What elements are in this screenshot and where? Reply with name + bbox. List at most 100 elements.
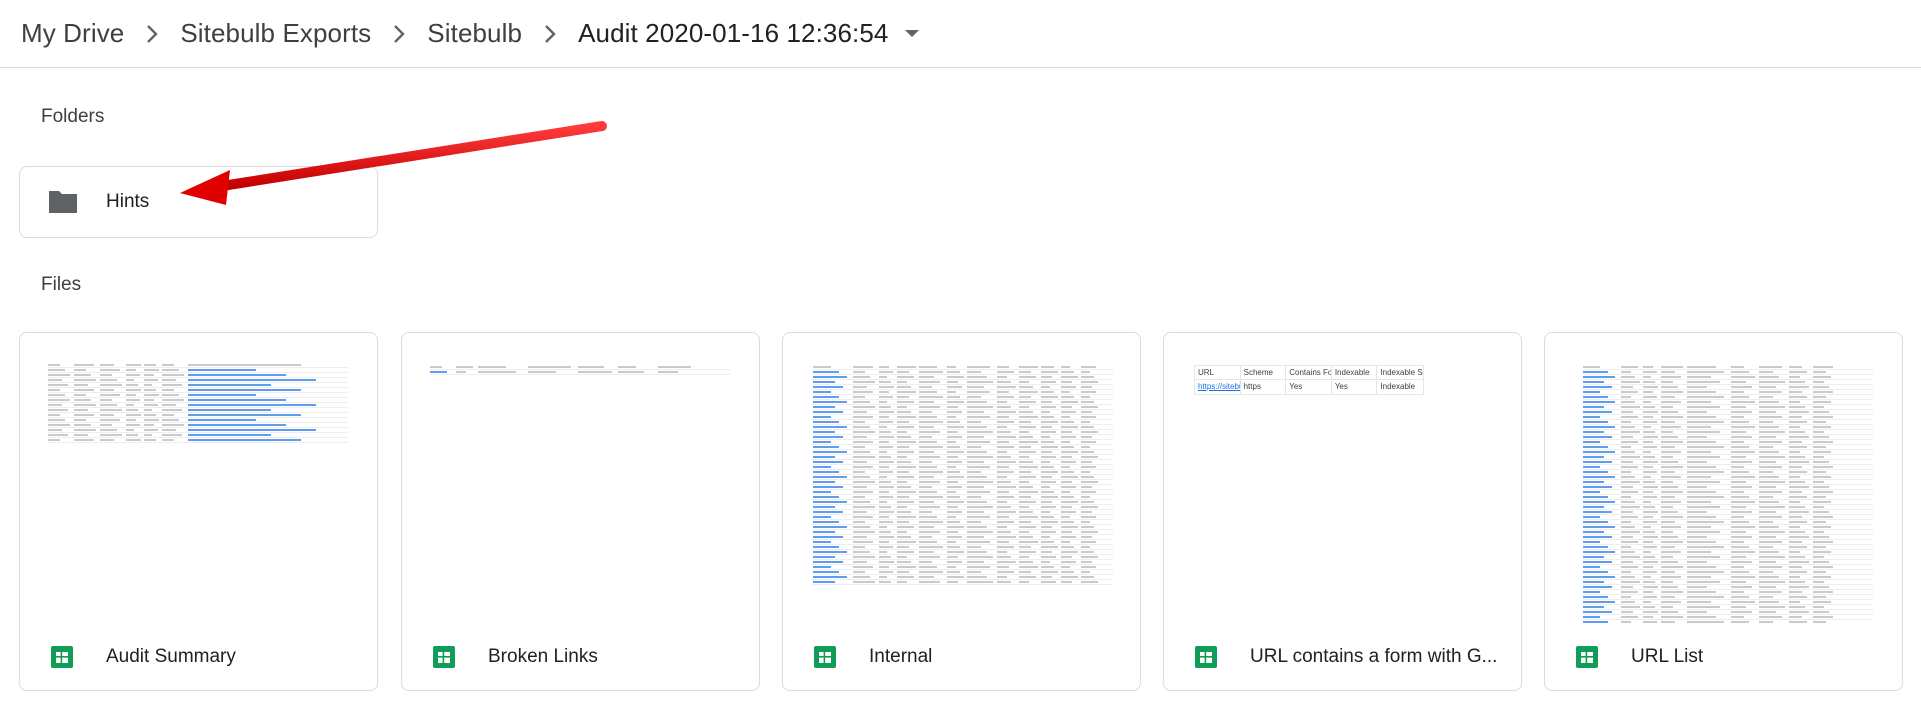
sheet-cell <box>947 421 960 423</box>
sheet-cell <box>74 409 88 411</box>
sheet-cell <box>1731 576 1755 578</box>
breadcrumb-my-drive[interactable]: My Drive <box>21 18 124 49</box>
sheet-cell <box>74 369 86 371</box>
sheet-cell <box>1813 471 1826 473</box>
file-card-url-list[interactable]: URL List <box>1544 332 1903 691</box>
sheet-cell <box>967 536 984 538</box>
sheet-cell <box>74 419 86 421</box>
sheet-cell <box>1621 556 1640 558</box>
sheet-cell <box>1019 436 1033 438</box>
sheet-cell <box>1661 431 1673 433</box>
sheet-cell <box>1687 386 1707 388</box>
sheet-cell <box>1643 566 1653 568</box>
breadcrumb-sitebulb-exports[interactable]: Sitebulb Exports <box>180 18 371 49</box>
sheet-cell <box>997 541 1009 543</box>
sheet-cell <box>853 381 875 383</box>
sheet-cell <box>1643 521 1657 523</box>
sheet-cell <box>897 366 916 368</box>
file-footer: Broken Links <box>402 623 759 690</box>
sheet-cell <box>1081 561 1092 563</box>
sheet-cell <box>1687 511 1707 513</box>
sheet-cell <box>947 536 962 538</box>
sheet-cell <box>1583 471 1608 473</box>
sheet-cell <box>1621 461 1633 463</box>
sheet-cell <box>997 526 1007 528</box>
sheet-cell <box>1583 366 1600 368</box>
sheet-cell: Scheme <box>1241 365 1287 380</box>
sheet-cell <box>1583 456 1604 458</box>
file-preview <box>1545 333 1902 623</box>
sheet-cell <box>967 556 993 558</box>
sheet-cell <box>897 486 911 488</box>
sheet-cell <box>1789 561 1809 563</box>
sheet-cell <box>1621 471 1631 473</box>
sheet-cell: URL <box>1195 365 1241 380</box>
sheet-cell <box>1583 581 1604 583</box>
sheet-cell <box>919 581 940 583</box>
sheet-cell <box>1019 466 1038 468</box>
file-card-internal[interactable]: Internal <box>782 332 1141 691</box>
sheet-cell <box>1643 446 1657 448</box>
sheet-cell <box>1759 591 1782 593</box>
sheet-cell <box>1583 401 1615 403</box>
sheet-cell <box>967 411 984 413</box>
sheet-cell <box>1813 451 1831 453</box>
sheet-cell <box>1731 501 1755 503</box>
breadcrumb-current-folder[interactable]: Audit 2020-01-16 12:36:54 <box>578 18 888 49</box>
folder-card-hints[interactable]: Hints <box>19 166 378 238</box>
sheet-cell <box>1061 501 1078 503</box>
sheet-cell <box>1081 546 1090 548</box>
sheet-cell <box>1041 566 1054 568</box>
sheet-cell <box>126 429 134 431</box>
sheet-cell <box>1081 401 1094 403</box>
sheet-cell <box>1789 431 1805 433</box>
sheet-cell <box>1813 366 1833 368</box>
breadcrumb-sitebulb[interactable]: Sitebulb <box>427 18 522 49</box>
file-card-audit-summary[interactable]: Audit Summary <box>19 332 378 691</box>
sheet-cell <box>1583 606 1604 608</box>
sheet-cell <box>1061 481 1072 483</box>
sheet-cell <box>1687 616 1716 618</box>
sheet-cell <box>1081 431 1098 433</box>
sheet-cell <box>1061 511 1076 513</box>
sheet-cell <box>1621 416 1638 418</box>
sheet-cell <box>879 481 891 483</box>
sheet-cell <box>1813 566 1833 568</box>
file-card-broken-links[interactable]: Broken Links <box>401 332 760 691</box>
file-card-url-contains-form[interactable]: URL Scheme Contains Form w Indexable Ind… <box>1163 332 1522 691</box>
sheet-cell <box>1731 486 1752 488</box>
sheet-cell <box>1583 436 1612 438</box>
sheet-cell <box>1061 441 1070 443</box>
sheet-cell <box>162 424 184 426</box>
sheet-cell <box>1041 536 1050 538</box>
sheet-cell <box>1687 596 1724 598</box>
sheet-cell <box>997 406 1011 408</box>
sheet-cell <box>1661 451 1681 453</box>
sheet-cell <box>1731 366 1744 368</box>
sheet-cell <box>1583 561 1612 563</box>
sheet-cell <box>879 416 889 418</box>
sheet-cell <box>1813 561 1829 563</box>
sheet-cell <box>1789 376 1800 378</box>
sheet-cell <box>1621 586 1633 588</box>
sheet-cell <box>853 401 870 403</box>
sheet-cell <box>947 431 958 433</box>
sheet-cell <box>1081 366 1096 368</box>
sheet-cell <box>1687 521 1724 523</box>
sheet-cell <box>919 381 940 383</box>
sheet-cell <box>1789 501 1800 503</box>
file-footer: URL contains a form with G... <box>1164 623 1521 690</box>
caret-down-icon[interactable] <box>892 14 932 54</box>
sheet-cell <box>879 431 891 433</box>
sheet-cell <box>1687 476 1711 478</box>
sheet-cell <box>1081 391 1096 393</box>
sheet-cell <box>997 496 1014 498</box>
sheet-cell <box>997 476 1007 478</box>
file-name: Audit Summary <box>106 645 236 667</box>
sheet-cell <box>1661 616 1683 618</box>
sheet-cell <box>1789 491 1802 493</box>
sheet-cell <box>897 406 907 408</box>
sheet-cell <box>967 576 987 578</box>
sheet-cell <box>1061 496 1074 498</box>
sheet-cell <box>144 439 156 441</box>
